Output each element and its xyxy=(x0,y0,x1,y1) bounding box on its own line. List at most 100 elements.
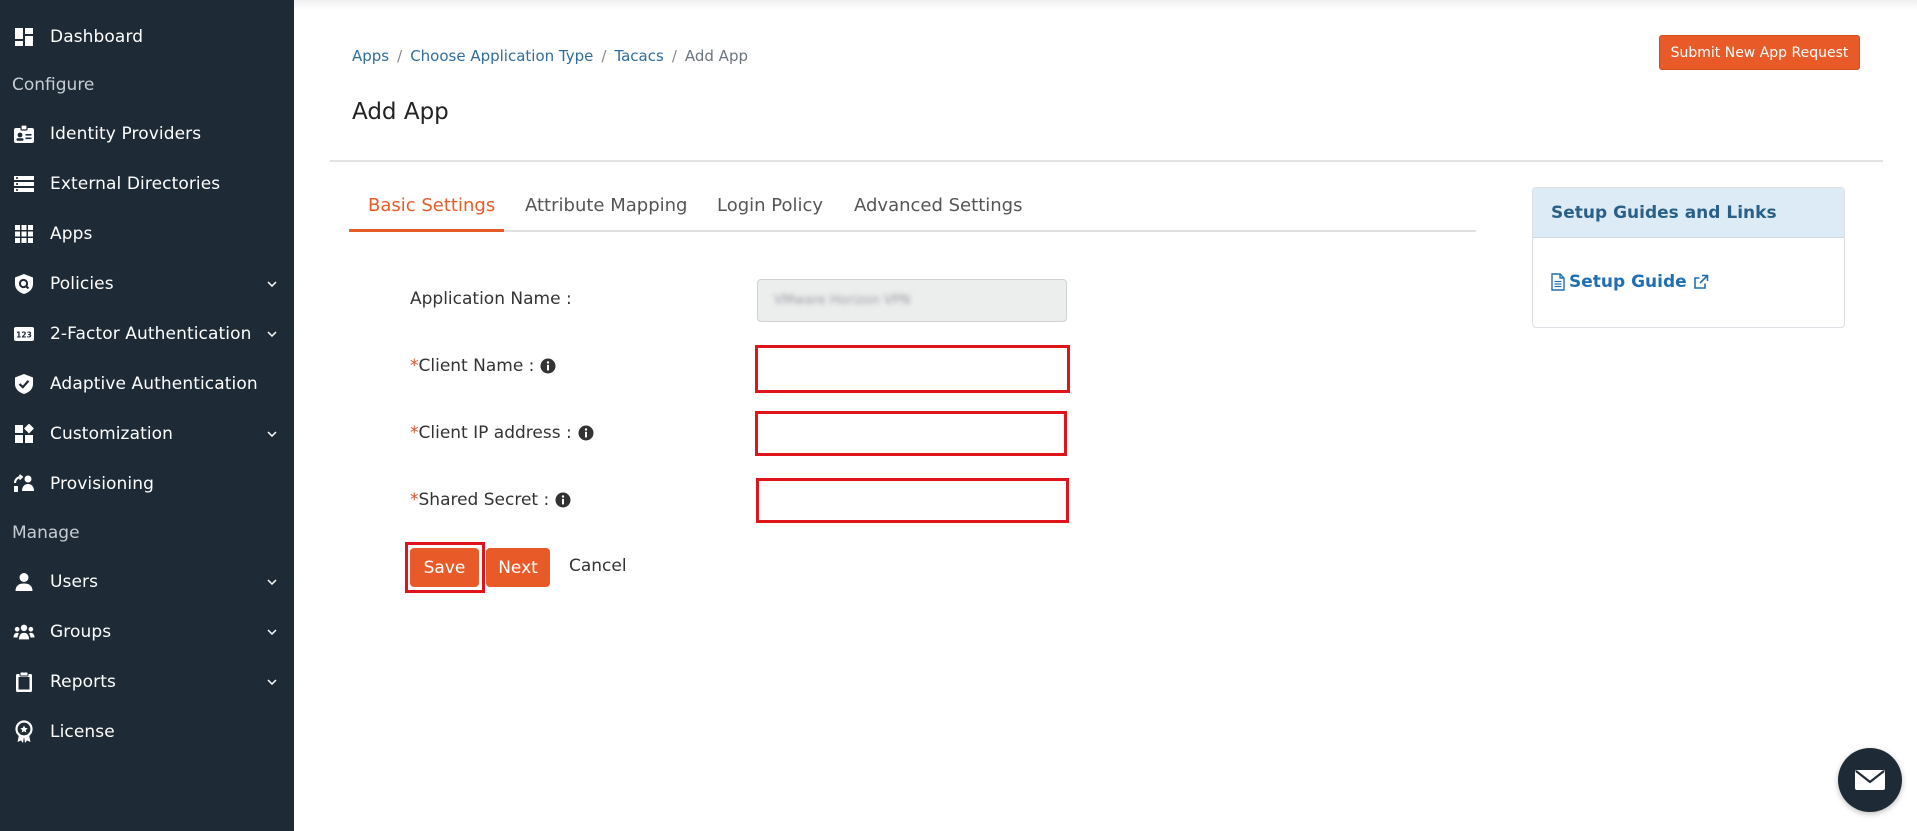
sidebar-item-users[interactable]: Users xyxy=(0,560,294,604)
document-icon xyxy=(1551,273,1565,291)
breadcrumb-separator: / xyxy=(397,47,403,65)
breadcrumb: Apps / Choose Application Type / Tacacs … xyxy=(352,47,748,65)
apps-grid-icon xyxy=(13,223,35,245)
client-name-field[interactable] xyxy=(755,345,1070,393)
sidebar-item-customization[interactable]: Customization xyxy=(0,412,294,456)
shield-check-icon xyxy=(13,373,35,395)
page-title: Add App xyxy=(352,99,449,125)
client-ip-label: * Client IP address : xyxy=(410,423,594,443)
tab-login-policy[interactable]: Login Policy xyxy=(717,187,823,232)
sidebar-item-label: Adaptive Authentication xyxy=(50,374,258,394)
breadcrumb-separator: / xyxy=(671,47,677,65)
sidebar-item-label: Apps xyxy=(50,224,93,244)
client-ip-input[interactable] xyxy=(758,414,1064,453)
directory-icon xyxy=(13,173,35,195)
breadcrumb-link-choose-application-type[interactable]: Choose Application Type xyxy=(410,47,593,65)
required-marker: * xyxy=(410,423,419,443)
shared-secret-label: * Shared Secret : xyxy=(410,490,571,510)
groups-icon xyxy=(13,621,35,643)
chevron-down-icon xyxy=(266,626,278,638)
breadcrumb-link-apps[interactable]: Apps xyxy=(352,47,389,65)
sidebar-item-license[interactable]: License xyxy=(0,710,294,754)
section-heading-manage: Manage xyxy=(12,523,80,543)
required-marker: * xyxy=(410,356,419,376)
external-link-icon xyxy=(1693,274,1709,290)
mail-icon xyxy=(1854,769,1886,791)
shared-secret-label-text: Shared Secret : xyxy=(418,490,550,510)
info-icon[interactable] xyxy=(555,492,571,508)
info-icon[interactable] xyxy=(540,358,556,374)
policy-shield-icon xyxy=(13,273,35,295)
chevron-down-icon xyxy=(266,576,278,588)
chevron-down-icon xyxy=(266,278,278,290)
customization-icon xyxy=(13,423,35,445)
provisioning-icon xyxy=(13,473,35,495)
setup-guides-panel: Setup Guides and Links Setup Guide xyxy=(1532,187,1845,328)
sidebar-item-adaptive-authentication[interactable]: Adaptive Authentication xyxy=(0,362,294,406)
section-heading-configure: Configure xyxy=(12,75,95,95)
submit-new-app-request-button[interactable]: Submit New App Request xyxy=(1659,35,1860,70)
sidebar-item-apps[interactable]: Apps xyxy=(0,212,294,256)
sidebar-item-groups[interactable]: Groups xyxy=(0,610,294,654)
sidebar-item-label: Customization xyxy=(50,424,174,444)
svg-text:123: 123 xyxy=(16,331,32,340)
client-ip-label-text: Client IP address : xyxy=(418,423,572,443)
contact-support-button[interactable] xyxy=(1838,748,1902,812)
shared-secret-field[interactable] xyxy=(756,478,1069,523)
breadcrumb-current: Add App xyxy=(684,47,748,65)
breadcrumb-link-tacacs[interactable]: Tacacs xyxy=(614,47,663,65)
sidebar-item-label: Reports xyxy=(50,672,116,692)
license-badge-icon xyxy=(13,720,35,743)
sidebar-item-label: Identity Providers xyxy=(50,124,202,144)
sidebar-item-reports[interactable]: Reports xyxy=(0,660,294,704)
sidebar-item-label: Policies xyxy=(50,274,114,294)
application-name-label: Application Name : xyxy=(410,289,572,309)
tab-basic-settings[interactable]: Basic Settings xyxy=(368,187,495,232)
chevron-down-icon xyxy=(266,328,278,340)
setup-guide-link-text: Setup Guide xyxy=(1569,272,1687,292)
client-name-input[interactable] xyxy=(758,348,1067,390)
sidebar-item-label: 2-Factor Authentication xyxy=(50,324,252,344)
client-ip-field[interactable] xyxy=(755,411,1067,456)
required-marker: * xyxy=(410,490,419,510)
sidebar-item-label: Dashboard xyxy=(50,27,144,47)
application-name-label-text: Application Name : xyxy=(410,289,572,309)
sidebar-item-label: Provisioning xyxy=(50,474,154,494)
top-shadow xyxy=(294,0,1917,10)
sidebar-item-label: Users xyxy=(50,572,99,592)
tab-advanced-settings[interactable]: Advanced Settings xyxy=(854,187,1022,232)
sidebar: Dashboard Configure Identity Providers E… xyxy=(0,0,294,831)
sidebar-item-label: License xyxy=(50,722,115,742)
2fa-icon: 123 xyxy=(13,323,35,345)
application-name-value: VMware Horizon VPN xyxy=(774,293,911,308)
breadcrumb-separator: / xyxy=(601,47,607,65)
shared-secret-input[interactable] xyxy=(759,481,1066,520)
info-icon[interactable] xyxy=(578,425,594,441)
application-name-field: VMware Horizon VPN xyxy=(757,279,1067,322)
active-tab-indicator xyxy=(349,229,504,232)
tab-attribute-mapping[interactable]: Attribute Mapping xyxy=(525,187,687,232)
sidebar-item-label: Groups xyxy=(50,622,112,642)
dashboard-icon xyxy=(13,26,35,48)
chevron-down-icon xyxy=(266,676,278,688)
divider xyxy=(330,160,1883,162)
sidebar-item-2fa[interactable]: 123 2-Factor Authentication xyxy=(0,312,294,356)
setup-guides-heading: Setup Guides and Links xyxy=(1533,188,1844,238)
sidebar-item-provisioning[interactable]: Provisioning xyxy=(0,462,294,506)
sidebar-item-policies[interactable]: Policies xyxy=(0,262,294,306)
client-name-label-text: Client Name : xyxy=(418,356,535,376)
user-icon xyxy=(13,571,35,593)
tab-bar: Basic Settings Attribute Mapping Login P… xyxy=(349,187,1476,232)
cancel-button[interactable]: Cancel xyxy=(569,556,627,576)
sidebar-item-identity-providers[interactable]: Identity Providers xyxy=(0,112,294,156)
sidebar-item-label: External Directories xyxy=(50,174,221,194)
id-card-icon xyxy=(13,123,35,145)
clipboard-icon xyxy=(13,671,35,693)
sidebar-item-external-directories[interactable]: External Directories xyxy=(0,162,294,206)
next-button[interactable]: Next xyxy=(486,548,550,587)
save-button-highlight xyxy=(405,542,485,593)
setup-guide-link[interactable]: Setup Guide xyxy=(1551,272,1709,292)
chevron-down-icon xyxy=(266,428,278,440)
client-name-label: * Client Name : xyxy=(410,356,556,376)
sidebar-item-dashboard[interactable]: Dashboard xyxy=(0,15,294,59)
